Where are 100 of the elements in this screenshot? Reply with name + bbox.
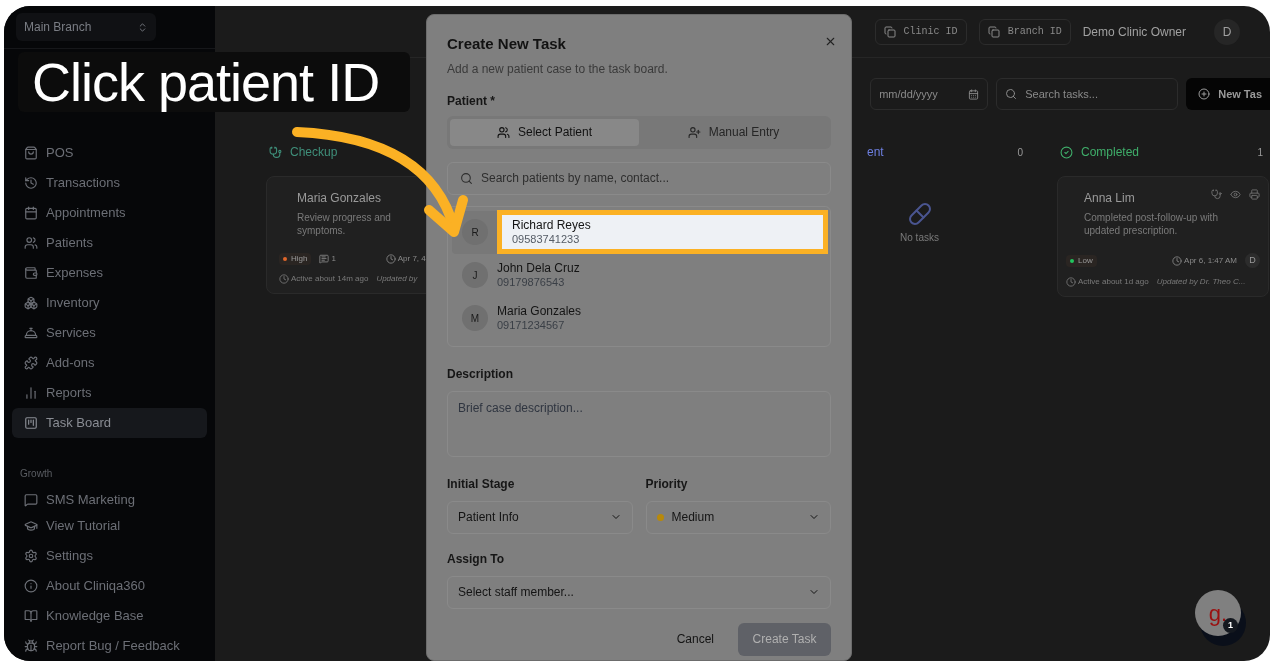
kanban-icon <box>24 416 38 430</box>
task-description: Review progress and symptoms. <box>296 211 392 237</box>
activity-text: Active about 1d ago <box>1066 276 1149 288</box>
date-field[interactable]: mm/dd/yyyy <box>870 78 989 110</box>
task-date: Apr 7, 4: <box>385 253 428 265</box>
priority-badge: High <box>279 253 312 265</box>
empty-state-text: No tasks <box>900 231 939 245</box>
patient-row[interactable]: M Maria Gonzales 09171234567 <box>452 296 826 340</box>
column-count: 1 <box>1257 145 1263 160</box>
patient-name: Maria Gonzales <box>297 190 382 207</box>
printer-icon[interactable] <box>1249 189 1260 200</box>
patient-avatar: R <box>462 219 488 245</box>
sidebar-item[interactable]: Add-ons <box>12 348 207 378</box>
sidebar-item[interactable]: Task Board <box>12 408 207 438</box>
sidebar-item[interactable]: Transactions <box>12 168 207 198</box>
branch-id-button[interactable]: Branch ID <box>978 18 1071 45</box>
section-heading: Growth <box>19 467 54 481</box>
bag-icon <box>24 146 38 160</box>
pill-icon <box>907 202 932 226</box>
sidebar-item[interactable]: About Cliniqa360 <box>12 571 207 601</box>
patient-phone: 09171234567 <box>497 318 566 332</box>
sidebar-item[interactable]: Report Bug / Feedback <box>12 631 207 661</box>
patient-name: Richard Reyes <box>512 218 592 232</box>
clock-icon <box>385 254 396 264</box>
patient-phone: 09583741233 <box>512 232 581 246</box>
tab[interactable]: Manual Entry <box>639 118 828 146</box>
clock-icon <box>279 274 289 284</box>
history-icon <box>24 176 38 190</box>
message-icon <box>24 493 38 507</box>
sidebar-item[interactable]: View Tutorial <box>12 511 207 541</box>
patient-name: Maria Gonzales <box>497 304 582 318</box>
description-field[interactable]: Brief case description... <box>447 390 831 457</box>
dialog-subtitle: Add a new patient case to the task board. <box>447 60 669 78</box>
assign-select[interactable]: Select staff member... <box>447 575 831 609</box>
bell-icon <box>24 326 38 340</box>
stethoscope-icon[interactable] <box>1211 189 1222 200</box>
sidebar-item[interactable]: Inventory <box>12 288 207 318</box>
sidebar-item[interactable]: Knowledge Base <box>12 601 207 631</box>
priority-label: Priority <box>645 475 689 493</box>
settings-icon <box>24 549 38 563</box>
column-count: 0 <box>1017 145 1023 160</box>
comment-icon <box>319 254 330 264</box>
search-icon <box>1005 88 1018 100</box>
patient-label: Patient * <box>447 92 496 110</box>
priority-badge: Low <box>1066 254 1097 267</box>
book-icon <box>24 609 38 623</box>
user-plus-icon <box>687 125 701 139</box>
sidebar-item[interactable]: Appointments <box>12 198 207 228</box>
patient-avatar: J <box>462 262 488 288</box>
bar-chart-icon <box>24 386 38 400</box>
stage-label: Initial Stage <box>447 475 516 493</box>
tutorial-tooltip: Click patient ID <box>18 52 410 112</box>
sidebar-item[interactable]: Reports <box>12 378 207 408</box>
patient-row[interactable]: J John Dela Cruz 09179876543 <box>452 253 826 297</box>
check-circle-icon <box>1060 145 1073 159</box>
plus-circle-icon <box>1198 88 1211 100</box>
users-icon <box>496 125 510 139</box>
search-field[interactable]: Search tasks... <box>996 78 1179 110</box>
chevron-icon <box>137 21 148 33</box>
create-task-button[interactable]: Create Task <box>738 622 831 656</box>
column-title: Completed <box>1081 144 1140 161</box>
stethoscope-icon <box>269 145 282 159</box>
task-description: Completed post-follow-up with updated prescription. <box>1083 211 1219 237</box>
sidebar-item[interactable]: Expenses <box>12 258 207 288</box>
task-card[interactable]: Anna Lim Completed post-follow-up with updated prescription. Low Apr 6, 1:47 AM D Active about 1d ago Updated by Dr. Theo C... <box>1057 176 1269 297</box>
sidebar-item[interactable]: Services <box>12 318 207 348</box>
patient-row[interactable]: R Richard Reyes 09583741233 <box>452 210 826 254</box>
task-date: Apr 6, 1:47 AM <box>1172 254 1237 267</box>
description-label: Description <box>447 365 514 383</box>
stage-select[interactable]: Patient Info <box>447 500 633 534</box>
assign-label: Assign To <box>447 550 506 568</box>
column-title: Checkup <box>290 144 338 161</box>
user-name: Demo Clinic Owner <box>1082 23 1186 41</box>
boxes-icon <box>24 296 38 310</box>
cancel-button[interactable]: Cancel <box>672 623 718 655</box>
sidebar-item[interactable]: POS <box>12 138 207 168</box>
patient-search-field[interactable]: Search patients by name, contact... <box>447 161 831 195</box>
clock-icon <box>1172 255 1183 266</box>
dialog-title: Create New Task <box>447 34 566 54</box>
eye-icon[interactable] <box>1230 189 1241 200</box>
user-avatar[interactable]: D <box>1214 18 1240 45</box>
updated-by-text: Updated by <box>376 273 418 285</box>
column-title: ent <box>867 144 884 161</box>
calendar-icon <box>968 88 980 100</box>
clock-icon <box>1066 277 1076 287</box>
close-icon[interactable] <box>824 35 837 48</box>
sidebar-item[interactable]: Patients <box>12 228 207 258</box>
activity-text: Active about 14m ago <box>279 273 369 285</box>
branch-select[interactable]: Main Branch <box>16 13 156 41</box>
puzzle-icon <box>24 356 38 370</box>
sidebar-item[interactable]: SMS Marketing <box>12 489 207 511</box>
priority-select[interactable]: Medium <box>645 500 831 534</box>
bug-icon <box>24 639 38 653</box>
wallet-icon <box>24 266 38 280</box>
new-task-button[interactable]: New Tas <box>1186 78 1270 110</box>
tab[interactable]: Select Patient <box>450 118 639 146</box>
sidebar-item[interactable]: Settings <box>12 541 207 571</box>
clinic-id-button[interactable]: Clinic ID <box>874 18 967 45</box>
calendar-icon <box>24 206 38 220</box>
search-icon <box>460 171 473 185</box>
